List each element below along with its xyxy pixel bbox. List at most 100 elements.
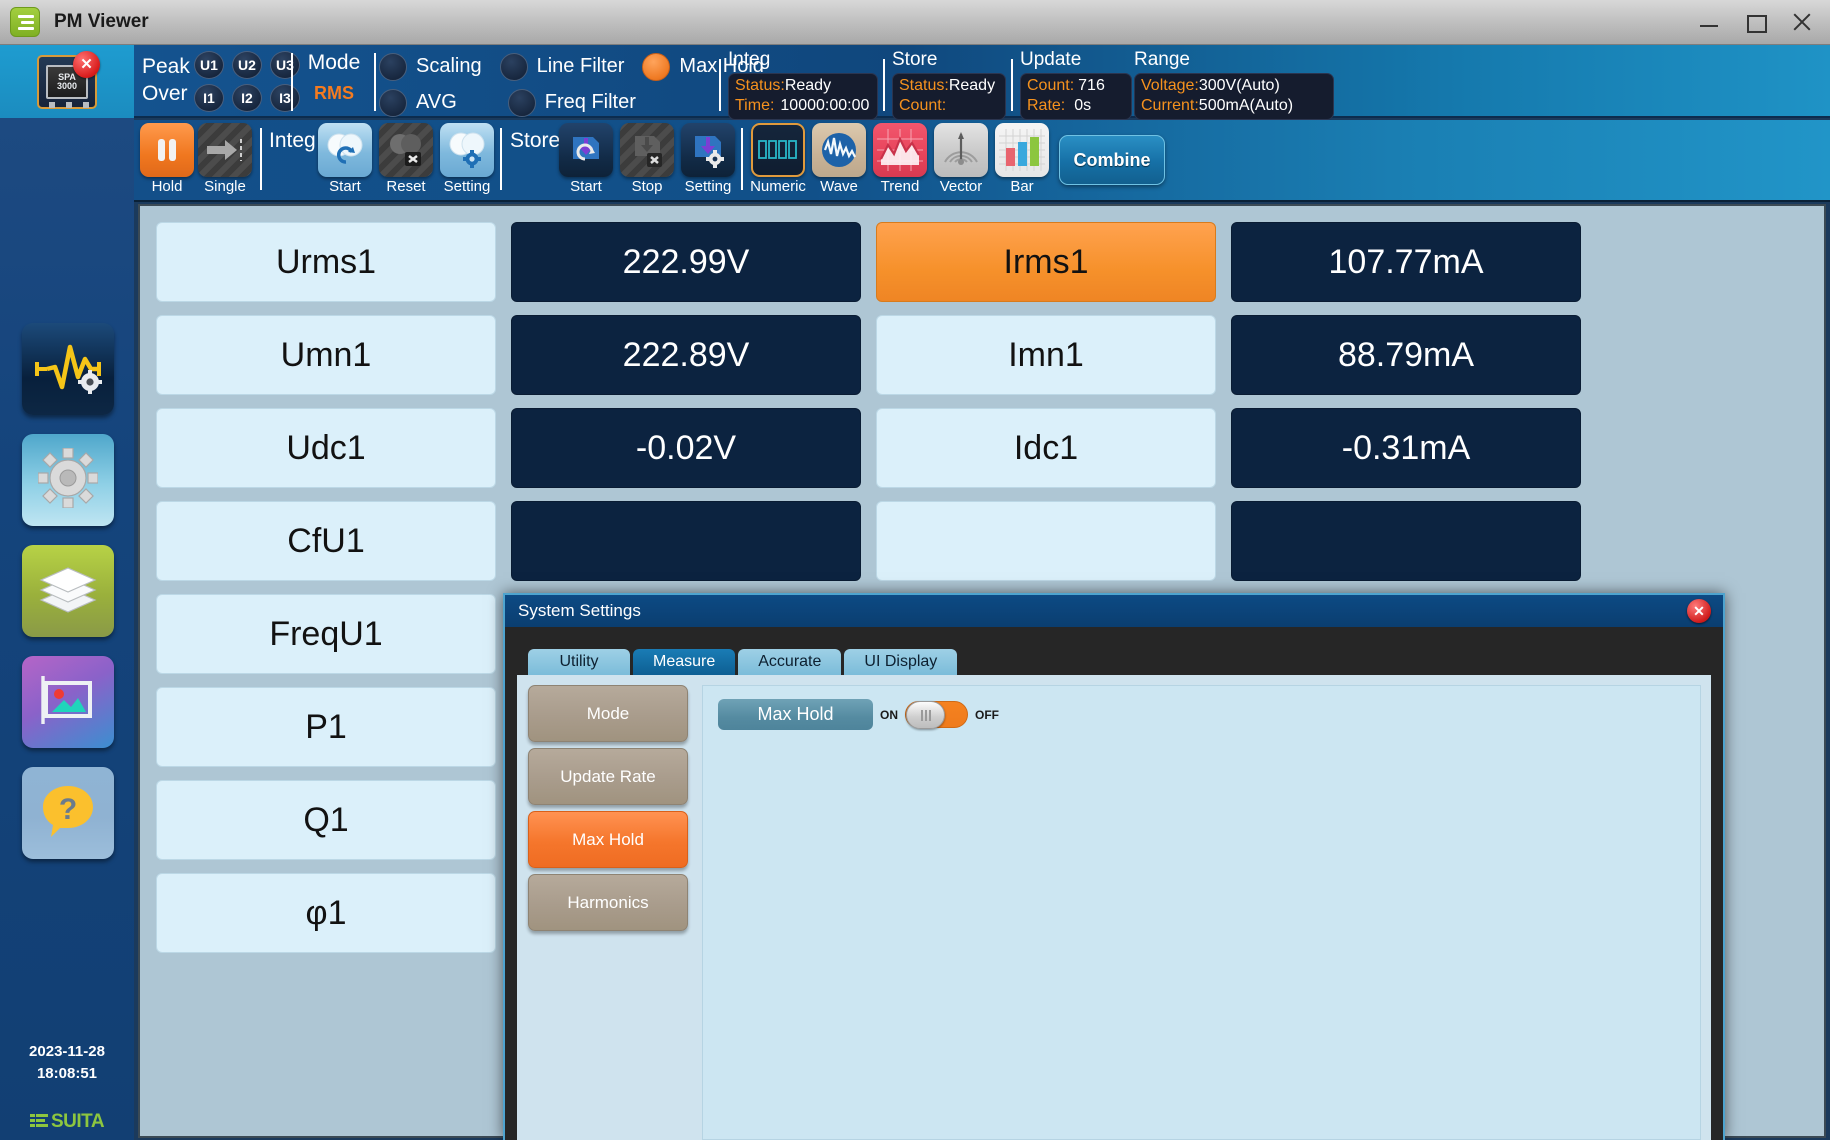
toolbar-label: Hold — [138, 178, 196, 195]
measurement-value[interactable]: 222.89V — [511, 315, 861, 395]
measurement-label[interactable]: Umn1 — [156, 315, 496, 395]
avg-radio-icon[interactable] — [379, 89, 407, 117]
menu-item-update-rate[interactable]: Update Rate — [528, 748, 688, 805]
measurement-value[interactable]: -0.31mA — [1231, 408, 1581, 488]
tab-utility[interactable]: Utility — [528, 649, 630, 675]
toolbar-button-trend[interactable]: Trend — [871, 123, 929, 195]
numeric-display-icon — [751, 123, 805, 177]
combine-button[interactable]: Combine — [1059, 135, 1165, 185]
toggle-off-label: OFF — [975, 708, 999, 722]
measurement-value[interactable] — [1231, 501, 1581, 581]
waveform-icon — [812, 123, 866, 177]
channel-indicator-u2[interactable]: U2 — [232, 51, 262, 79]
tab-ui-display[interactable]: UI Display — [844, 649, 957, 675]
toolbar-button-store-setting[interactable]: Setting — [679, 123, 737, 195]
max-hold-radio-icon[interactable] — [642, 53, 670, 81]
measurement-label[interactable] — [876, 501, 1216, 581]
store-status-group: Store Status:Ready Count: — [892, 49, 1006, 120]
toolbar-button-wave[interactable]: Wave — [810, 123, 868, 195]
sidebar-item-system-settings[interactable] — [22, 434, 114, 526]
option-line-filter[interactable]: Line Filter — [500, 53, 625, 81]
scaling-radio-icon[interactable] — [379, 53, 407, 81]
measurement-label[interactable]: Imn1 — [876, 315, 1216, 395]
measurement-label[interactable]: FreqU1 — [156, 594, 496, 674]
pause-icon — [140, 123, 194, 177]
measurement-value[interactable]: 88.79mA — [1231, 315, 1581, 395]
option-freq-filter[interactable]: Freq Filter — [508, 89, 636, 117]
option-avg[interactable]: AVG — [379, 89, 457, 117]
max-hold-toggle[interactable] — [905, 701, 968, 728]
sidebar-item-help[interactable]: ? — [22, 767, 114, 859]
toolbar-button-store-start[interactable]: Start — [557, 123, 615, 195]
divider — [291, 53, 293, 111]
channel-indicator-i3[interactable]: I3 — [270, 84, 300, 112]
menu-item-max-hold[interactable]: Max Hold — [528, 811, 688, 868]
freq-filter-radio-icon[interactable] — [508, 89, 536, 117]
toolbar-button-hold[interactable]: Hold — [138, 123, 196, 195]
dialog-close-button[interactable]: ✕ — [1687, 599, 1711, 623]
measurement-value[interactable] — [511, 501, 861, 581]
status-key: Count: — [899, 97, 946, 114]
channel-indicator-i1[interactable]: I1 — [194, 84, 224, 112]
toolbar-label: Single — [196, 178, 254, 195]
measurement-label[interactable]: CfU1 — [156, 501, 496, 581]
mode-value: RMS — [297, 83, 371, 104]
channel-indicator-u3[interactable]: U3 — [270, 51, 300, 79]
measurement-value[interactable]: 222.99V — [511, 222, 861, 302]
option-label: Freq Filter — [545, 91, 636, 114]
question-bubble-icon: ? — [39, 782, 97, 845]
measurement-label[interactable]: Q1 — [156, 780, 496, 860]
menu-item-mode[interactable]: Mode — [528, 685, 688, 742]
close-window-button[interactable] — [1792, 12, 1812, 32]
dialog-settings-panel: Max Hold ON OFF — [702, 685, 1701, 1140]
measurement-label[interactable]: φ1 — [156, 873, 496, 953]
system-settings-dialog: System Settings ✕ Utility Measure Accura… — [503, 593, 1725, 1140]
measurement-value[interactable]: -0.02V — [511, 408, 861, 488]
status-value: 500mA(Auto) — [1199, 97, 1293, 114]
status-clock: 2023-11-28 18:08:51 — [0, 1041, 134, 1084]
brand-name: SUITA — [51, 1111, 104, 1132]
sidebar-item-data-files[interactable] — [22, 545, 114, 637]
menu-item-harmonics[interactable]: Harmonics — [528, 874, 688, 931]
tab-accurate[interactable]: Accurate — [738, 649, 841, 675]
measurement-label[interactable]: Urms1 — [156, 222, 496, 302]
toolbar-button-integ-setting[interactable]: Setting — [438, 123, 496, 195]
peak-over-line1: Peak — [142, 53, 190, 80]
channel-indicator-i2[interactable]: I2 — [232, 84, 262, 112]
line-filter-radio-icon[interactable] — [500, 53, 528, 81]
brand-logo: SUITA — [0, 1111, 134, 1134]
maximize-button[interactable] — [1746, 12, 1766, 32]
toolbar-button-bar[interactable]: Bar — [993, 123, 1051, 195]
sidebar-item-waveform-settings[interactable] — [22, 323, 114, 415]
divider — [1011, 59, 1013, 111]
store-status-box: Status:Ready Count: — [892, 73, 1006, 120]
measurement-label[interactable]: P1 — [156, 687, 496, 767]
integ-reset-icon — [379, 123, 433, 177]
measurement-value[interactable]: 107.77mA — [1231, 222, 1581, 302]
measurement-label-selected[interactable]: Irms1 — [876, 222, 1216, 302]
minimize-button[interactable] — [1700, 12, 1720, 32]
measurement-label[interactable]: Idc1 — [876, 408, 1216, 488]
device-logo-line2: 3000 — [57, 82, 77, 91]
status-strip: Peak Over U1 U2 U3 I1 I2 I3 Mode RMS — [134, 45, 1830, 118]
dialog-titlebar: System Settings ✕ — [505, 595, 1723, 627]
option-scaling[interactable]: Scaling — [379, 53, 482, 81]
max-hold-setting-row: Max Hold ON OFF — [703, 686, 1700, 730]
status-value: Ready — [785, 77, 831, 94]
sidebar-item-screen-capture[interactable] — [22, 656, 114, 748]
channel-indicator-u1[interactable]: U1 — [194, 51, 224, 79]
group-title: Update — [1020, 49, 1132, 71]
toolbar-button-numeric[interactable]: Numeric — [749, 123, 807, 195]
tab-measure[interactable]: Measure — [633, 649, 735, 675]
toolbar-button-integ-start[interactable]: Start — [316, 123, 374, 195]
integ-setting-icon — [440, 123, 494, 177]
measurement-label[interactable]: Udc1 — [156, 408, 496, 488]
mode-label: Mode — [297, 51, 371, 75]
toggle-knob[interactable] — [906, 701, 945, 729]
toolbar-button-single[interactable]: Single — [196, 123, 254, 195]
application-window: PM Viewer SPA 3000 ✕ — [0, 0, 1830, 1140]
toolbar-button-vector[interactable]: Vector — [932, 123, 990, 195]
toolbar-button-store-stop[interactable]: Stop — [618, 123, 676, 195]
toolbar-button-integ-reset[interactable]: Reset — [377, 123, 435, 195]
toolbar-label: Start — [316, 178, 374, 195]
